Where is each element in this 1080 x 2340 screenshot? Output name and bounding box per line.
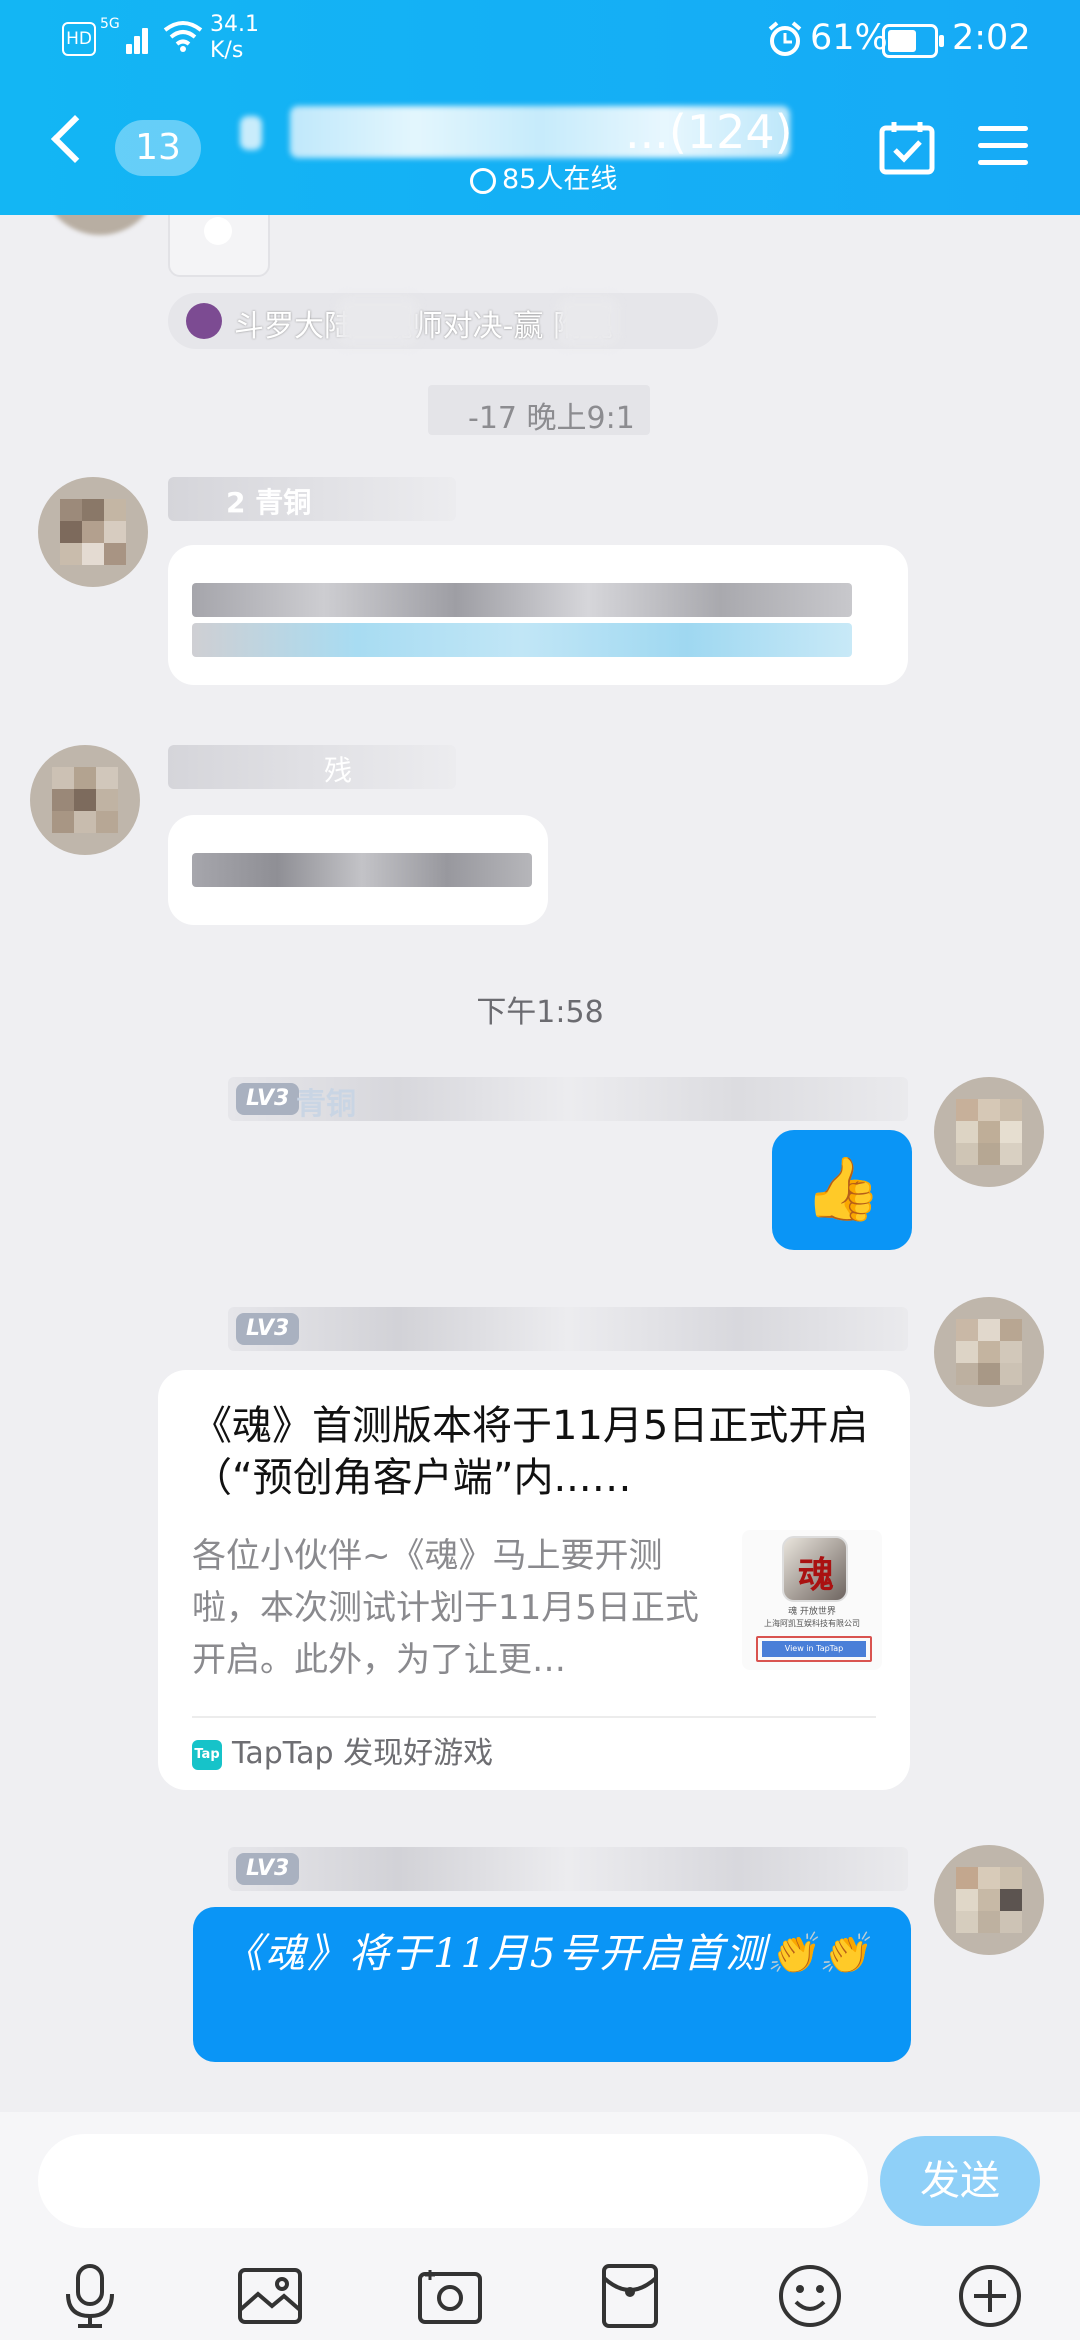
thumb-company: 上海阿凯互娱科技有限公司 <box>764 1619 860 1628</box>
wifi-icon <box>163 21 203 52</box>
message-text: 《魂》将于11月5号开启首测👏👏 <box>223 1931 871 1977</box>
member-level: 2 青铜 <box>226 486 312 519</box>
timestamp-text: -17 晚上9:1 <box>468 401 635 436</box>
thumb-caption: 魂 开放世界 <box>788 1607 836 1617</box>
text-message[interactable] <box>168 545 908 685</box>
level-badge: LV3 <box>236 1083 300 1115</box>
divider <box>192 1716 876 1718</box>
group-title[interactable]: ...(124) <box>230 100 800 164</box>
member-name: 2 青铜 <box>168 477 456 521</box>
speed-value: 34.1 <box>210 12 259 37</box>
avatar[interactable] <box>38 477 148 587</box>
game-preview-text: 斗罗大陆 · 魂师对决-赢 附魂 <box>234 309 613 344</box>
source-name: TapTap 发现好游戏 <box>232 1736 494 1771</box>
send-button[interactable]: 发送 <box>880 2136 1040 2226</box>
chat-header: HD 5G 34.1 K/s 61% 2:02 13 ...(124) 85人在… <box>0 0 1080 215</box>
camera-icon[interactable] <box>416 2262 484 2330</box>
text-message[interactable] <box>168 815 548 925</box>
input-bar: 发送 <box>0 2112 1080 2340</box>
battery-percent: 61% <box>810 18 888 58</box>
image-icon[interactable] <box>236 2262 304 2330</box>
share-card-title: 《魂》首测版本将于11月5日正式开启（“预创角客户端”内...… <box>192 1403 869 1501</box>
microphone-icon[interactable] <box>56 2262 124 2330</box>
emoji-icon[interactable] <box>776 2262 844 2330</box>
battery-icon <box>882 24 944 58</box>
menu-icon[interactable] <box>978 124 1028 168</box>
back-arrow-icon[interactable] <box>50 114 100 164</box>
thumbs-up-icon: 👍 <box>804 1152 882 1225</box>
share-card-thumbnail: 魂 魂 开放世界 上海阿凯互娱科技有限公司 View in TapTap <box>742 1530 882 1670</box>
online-status: 85人在线 <box>470 160 617 200</box>
share-card-source: Tap TapTap 发现好游戏 <box>192 1732 493 1776</box>
network-speed: 34.1 K/s <box>210 12 259 64</box>
text-message[interactable]: 《魂》将于11月5号开启首测👏👏 <box>193 1907 911 2062</box>
share-card[interactable]: 《魂》首测版本将于11月5日正式开启（“预创角客户端”内...… 各位小伙伴~《… <box>158 1370 910 1790</box>
game-logo: 魂 <box>782 1536 848 1602</box>
my-avatar[interactable] <box>934 1077 1044 1187</box>
level-name: 青铜 <box>296 1087 356 1122</box>
game-icon <box>186 303 222 339</box>
plus-icon[interactable] <box>956 2262 1024 2330</box>
timestamp-2: 下午1:58 <box>476 995 604 1030</box>
my-name-tag: LV3 <box>228 1847 908 1891</box>
unread-count-badge[interactable]: 13 <box>115 120 201 176</box>
red-packet-icon[interactable] <box>596 2262 664 2330</box>
hd-indicator: HD <box>62 22 96 56</box>
game-share-preview[interactable]: 斗罗大陆 · 魂师对决-赢 附魂 <box>168 293 718 349</box>
speed-unit: K/s <box>210 38 244 63</box>
my-avatar[interactable] <box>934 1297 1044 1407</box>
member-name: 残 <box>168 745 456 789</box>
level-badge: LV3 <box>236 1853 300 1885</box>
level-badge: LV3 <box>236 1313 300 1345</box>
my-name-tag: LV3 <box>228 1307 908 1351</box>
group-member-count: ...(124) <box>625 105 793 159</box>
avatar[interactable] <box>30 745 140 855</box>
my-avatar[interactable] <box>934 1845 1044 1955</box>
alarm-icon <box>768 21 802 56</box>
member-tag: 残 <box>324 754 353 787</box>
file-message[interactable] <box>168 215 270 277</box>
online-icon <box>470 167 496 194</box>
thumbs-up-message[interactable]: 👍 <box>772 1130 912 1250</box>
message-input[interactable] <box>38 2134 868 2228</box>
timestamp-1: -17 晚上9:1 <box>428 385 650 436</box>
clock: 2:02 <box>952 18 1031 58</box>
thumb-button: View in TapTap <box>762 1641 866 1657</box>
online-count: 85人在线 <box>502 164 618 195</box>
my-name-tag: LV3 青铜 <box>228 1077 908 1122</box>
calendar-check-icon[interactable] <box>878 118 936 176</box>
taptap-logo-icon: Tap <box>192 1739 222 1770</box>
chat-area[interactable]: 斗罗大陆 · 魂师对决-赢 附魂 -17 晚上9:1 2 青铜 残 下午1:58… <box>0 215 1080 2112</box>
avatar[interactable] <box>40 215 160 235</box>
share-card-description: 各位小伙伴~《魂》马上要开测啦，本次测试计划于11月5日正式开启。此外，为了让更… <box>192 1536 699 1680</box>
signal-icon <box>112 20 150 54</box>
